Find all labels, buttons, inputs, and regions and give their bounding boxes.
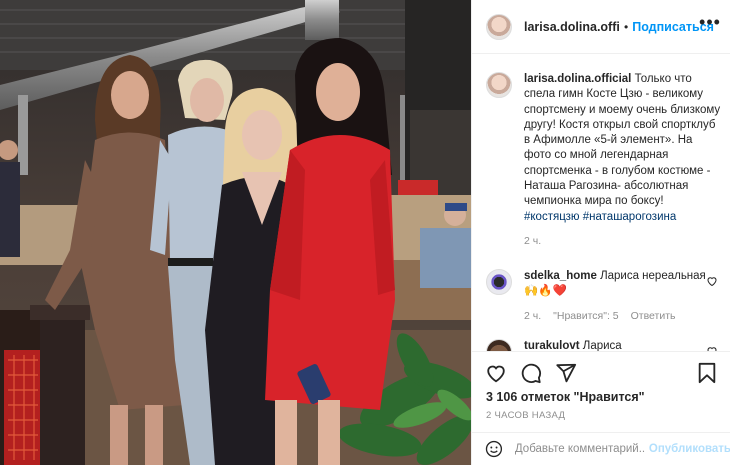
caption-time[interactable]: 2 ч. — [524, 234, 541, 249]
bookmark-icon[interactable] — [697, 362, 717, 384]
comment-username[interactable]: sdelka_home — [524, 270, 597, 282]
comment-username[interactable]: turakulovt — [524, 340, 580, 351]
post-timestamp[interactable]: 2 ЧАСОВ НАЗАД — [486, 410, 565, 421]
comment-input[interactable] — [514, 443, 645, 455]
separator-dot: • — [624, 19, 629, 34]
like-comment-icon[interactable] — [706, 275, 718, 287]
caption: larisa.dolina.official Только что спела … — [486, 72, 722, 249]
heart-icon[interactable] — [485, 362, 507, 384]
likes-count[interactable]: 3 106 отметок "Нравится" — [486, 390, 645, 404]
comment-text: Лариса — [579, 340, 622, 351]
caption-text: Только что спела гимн Косте Цзю - велико… — [524, 73, 721, 208]
comment-item: sdelka_home Лариса нереальная 🙌🔥❤️ 2 ч. … — [486, 269, 722, 324]
comment-likes[interactable]: "Нравится": 5 — [553, 309, 618, 324]
photo-illustration — [0, 0, 471, 465]
instagram-post: larisa.dolina.officia • Подписаться ••• … — [0, 0, 730, 465]
post-sidebar: larisa.dolina.officia • Подписаться ••• … — [471, 0, 730, 465]
username-link[interactable]: larisa.dolina.officia — [524, 20, 620, 34]
avatar[interactable] — [486, 269, 512, 295]
avatar[interactable] — [486, 339, 512, 351]
add-comment-bar: Опубликовать — [472, 432, 730, 465]
hashtag-link[interactable]: #наташарогозина — [583, 211, 677, 223]
comments-list[interactable]: larisa.dolina.official Только что спела … — [472, 55, 730, 351]
comment-time[interactable]: 2 ч. — [524, 309, 541, 324]
avatar[interactable] — [486, 72, 512, 98]
caption-username[interactable]: larisa.dolina.official — [524, 73, 631, 85]
share-icon[interactable] — [555, 362, 577, 384]
hashtag-link[interactable]: #костяцзю — [524, 211, 580, 223]
comment-icon[interactable] — [520, 362, 542, 384]
comment-item: turakulovt Лариса — [486, 339, 722, 351]
more-options-icon[interactable]: ••• — [699, 13, 721, 35]
emoji-icon[interactable] — [485, 438, 503, 460]
avatar[interactable] — [486, 13, 512, 40]
publish-button[interactable]: Опубликовать — [649, 443, 730, 455]
post-photo[interactable] — [0, 0, 471, 465]
reply-button[interactable]: Ответить — [631, 309, 676, 324]
post-header: larisa.dolina.officia • Подписаться ••• — [472, 0, 730, 54]
